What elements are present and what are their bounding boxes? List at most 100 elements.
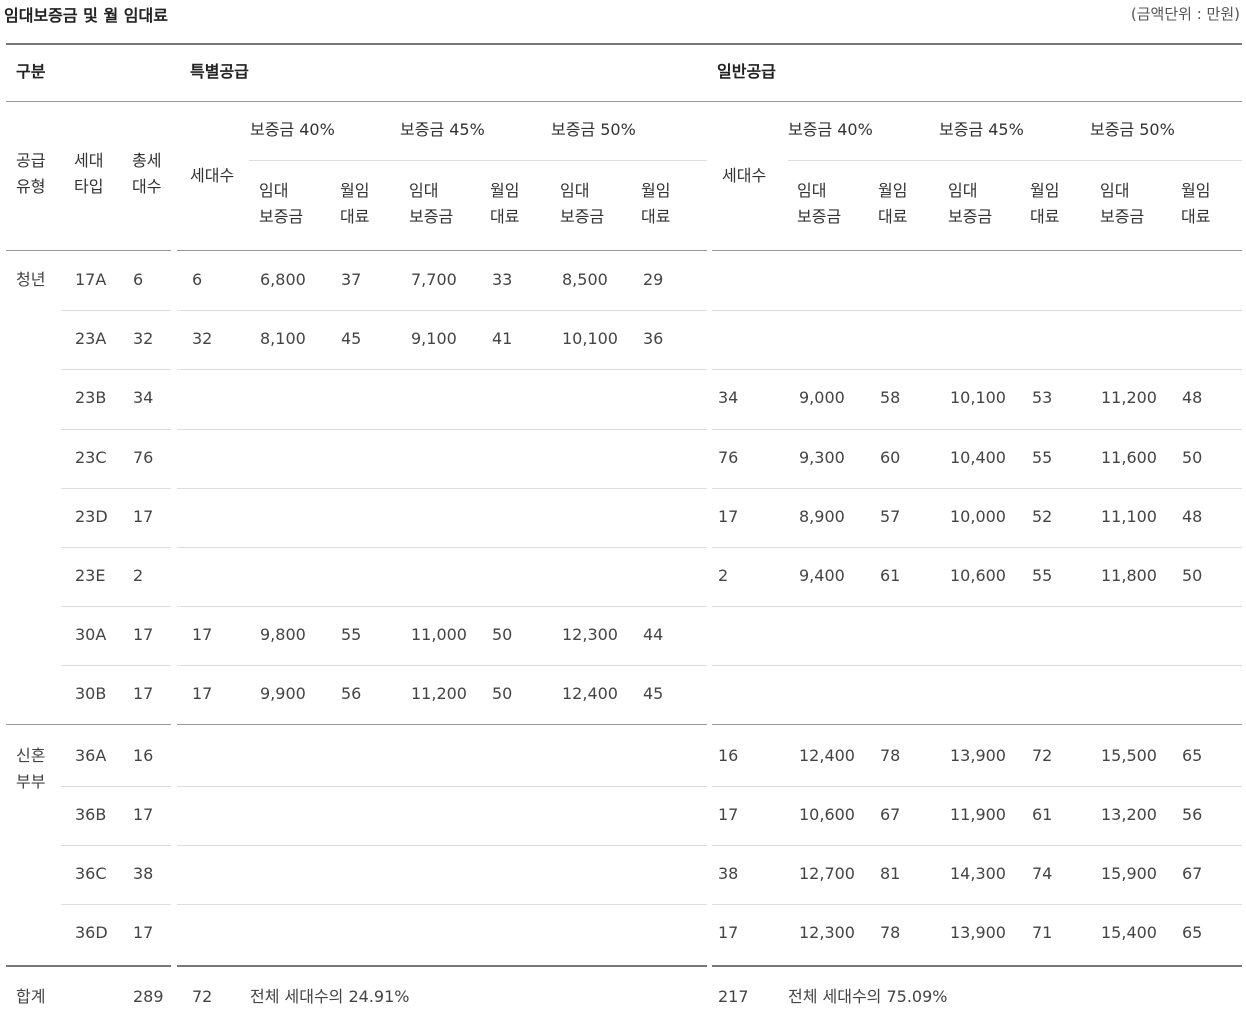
page-title: 임대보증금 및 월 임대료 bbox=[4, 6, 168, 25]
header-general-rent-deposit-line2: 보증금 bbox=[797, 207, 842, 226]
general-cell: 38 bbox=[718, 864, 739, 883]
general-cell: 65 bbox=[1182, 745, 1203, 765]
rent-table-page: 임대보증금 및 월 임대료 (금액단위 : 만원) 구분 특별공급 일반공급 공… bbox=[0, 0, 1246, 1013]
general-cell: 58 bbox=[880, 388, 901, 408]
general-cell: 61 bbox=[880, 566, 901, 585]
header-general-rent-deposit-line1: 임대 bbox=[948, 181, 978, 200]
group-name-line: 부부 bbox=[16, 771, 46, 791]
special-cell: 6,800 bbox=[260, 270, 306, 289]
general-cell: 14,300 bbox=[950, 864, 1006, 883]
header-special-monthly-rent-line1: 월임 bbox=[490, 181, 520, 200]
header-unit-type: 세대 타입 bbox=[74, 151, 104, 196]
header-gubun: 구분 bbox=[16, 62, 46, 81]
general-cell: 15,500 bbox=[1101, 745, 1157, 765]
row-divider-left bbox=[61, 904, 171, 905]
header-supply-type: 공급 유형 bbox=[16, 151, 46, 196]
header-bottom-special bbox=[177, 250, 707, 251]
total-units-cell: 38 bbox=[133, 864, 154, 883]
special-cell: 17 bbox=[192, 684, 213, 704]
special-subheader-divider bbox=[249, 160, 707, 161]
total-units-cell: 76 bbox=[133, 447, 154, 467]
row-divider-left bbox=[61, 845, 171, 846]
general-cell: 17 bbox=[718, 506, 739, 526]
total-units-cell: 17 bbox=[133, 625, 154, 645]
special-cell: 17 bbox=[192, 625, 213, 645]
header-general-monthly-rent-line1: 월임 bbox=[878, 181, 908, 200]
header-general-deposit-45: 보증금 45% bbox=[939, 120, 1024, 139]
row-divider-left bbox=[61, 606, 171, 607]
row-divider-left bbox=[61, 665, 171, 666]
row-divider-left bbox=[61, 547, 171, 548]
general-cell: 52 bbox=[1032, 506, 1053, 526]
total-units-cell: 17 bbox=[133, 804, 154, 824]
general-cell: 11,800 bbox=[1101, 566, 1157, 585]
row-divider-general bbox=[712, 310, 1242, 311]
general-cell: 48 bbox=[1182, 506, 1203, 526]
general-cell: 12,400 bbox=[799, 745, 855, 765]
general-cell: 10,400 bbox=[950, 447, 1006, 467]
header-general-monthly-rent: 월임 대료 bbox=[878, 178, 907, 230]
special-cell: 8,100 bbox=[260, 329, 306, 349]
row-divider-general bbox=[712, 488, 1242, 489]
total-border-left bbox=[6, 965, 171, 967]
total-units-cell: 6 bbox=[133, 270, 144, 289]
row-divider-general bbox=[712, 369, 1242, 370]
general-cell: 9,300 bbox=[799, 447, 845, 467]
unit-type-cell: 36B bbox=[75, 804, 107, 824]
header-special-rent-deposit: 임대 보증금 bbox=[560, 178, 604, 230]
row-divider-special bbox=[177, 429, 707, 430]
general-cell: 10,100 bbox=[950, 388, 1006, 408]
unit-type-cell: 23D bbox=[75, 506, 108, 526]
header-general-monthly-rent-line1: 월임 bbox=[1181, 181, 1211, 200]
header-special-rent-deposit-line1: 임대 bbox=[259, 181, 289, 200]
header-general-rent-deposit: 임대 보증금 bbox=[797, 178, 841, 230]
special-cell: 9,900 bbox=[260, 684, 306, 704]
unit-type-cell: 23C bbox=[75, 447, 107, 467]
general-cell: 71 bbox=[1032, 923, 1053, 943]
general-cell: 17 bbox=[718, 804, 739, 824]
header-special-monthly-rent-line1: 월임 bbox=[641, 181, 671, 200]
special-cell: 11,200 bbox=[411, 684, 467, 704]
header-general-monthly-rent: 월임 대료 bbox=[1030, 178, 1059, 230]
special-cell: 50 bbox=[492, 625, 513, 645]
general-cell: 53 bbox=[1032, 388, 1053, 408]
header-special-deposit-50: 보증금 50% bbox=[551, 120, 636, 139]
general-cell: 61 bbox=[1032, 804, 1053, 824]
row-divider-special bbox=[177, 547, 707, 548]
general-cell: 67 bbox=[1182, 864, 1203, 883]
unit-type-cell: 30A bbox=[75, 625, 107, 645]
group-name: 청년 bbox=[16, 267, 45, 293]
header-special-households: 세대수 bbox=[190, 166, 235, 185]
row-divider-general bbox=[712, 786, 1242, 787]
group-name-line: 신혼 bbox=[16, 745, 46, 765]
general-cell: 72 bbox=[1032, 745, 1053, 765]
special-cell: 41 bbox=[492, 329, 513, 349]
header-general-monthly-rent: 월임 대료 bbox=[1181, 178, 1210, 230]
header-general-supply: 일반공급 bbox=[717, 62, 776, 81]
special-cell: 11,000 bbox=[411, 625, 467, 645]
general-cell: 56 bbox=[1182, 804, 1203, 824]
row-divider-special bbox=[177, 665, 707, 666]
special-cell: 36 bbox=[643, 329, 664, 349]
general-cell: 11,200 bbox=[1101, 388, 1157, 408]
special-cell: 32 bbox=[192, 329, 213, 349]
header-special-monthly-rent-line1: 월임 bbox=[340, 181, 370, 200]
header-special-monthly-rent: 월임 대료 bbox=[641, 178, 670, 230]
header-special-rent-deposit-line2: 보증금 bbox=[259, 207, 304, 226]
total-label: 합계 bbox=[16, 987, 46, 1006]
header-general-deposit-50: 보증금 50% bbox=[1090, 120, 1175, 139]
row-divider-general bbox=[712, 429, 1242, 430]
unit-type-cell: 36D bbox=[75, 923, 108, 943]
special-cell: 12,300 bbox=[562, 625, 618, 645]
total-units-cell: 34 bbox=[133, 388, 154, 408]
general-cell: 13,900 bbox=[950, 745, 1006, 765]
header-special-monthly-rent-line2: 대료 bbox=[340, 207, 370, 226]
row-divider-special bbox=[177, 369, 707, 370]
special-cell: 9,100 bbox=[411, 329, 457, 349]
special-cell: 29 bbox=[643, 270, 664, 289]
general-cell: 9,400 bbox=[799, 566, 845, 585]
header-general-rent-deposit-line2: 보증금 bbox=[1100, 207, 1145, 226]
general-cell: 78 bbox=[880, 923, 901, 943]
general-cell: 8,900 bbox=[799, 506, 845, 526]
table-top-border bbox=[6, 43, 1242, 45]
